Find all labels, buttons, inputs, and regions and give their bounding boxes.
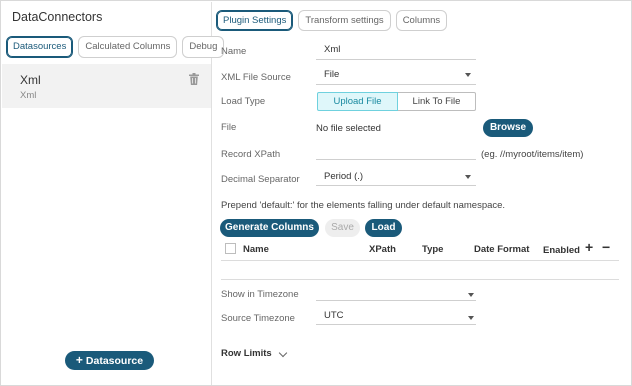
- chevron-down-icon[interactable]: [465, 73, 471, 77]
- file-status: No file selected: [316, 123, 381, 134]
- data-connectors-window: DataConnectors Datasources Calculated Co…: [0, 0, 632, 386]
- tab-calculated-columns[interactable]: Calculated Columns: [78, 36, 178, 58]
- browse-button[interactable]: Browse: [483, 119, 533, 137]
- show-in-timezone-underline: [316, 300, 476, 301]
- file-label: File: [221, 122, 237, 133]
- settings-panel: Plugin Settings Transform settings Colum…: [213, 2, 631, 385]
- table-header-divider: [221, 260, 619, 261]
- panel-title: DataConnectors: [12, 10, 103, 24]
- column-header-date-format: Date Format: [474, 244, 530, 255]
- datasources-panel: DataConnectors Datasources Calculated Co…: [2, 2, 225, 385]
- decimal-separator-select[interactable]: Period (.): [324, 171, 363, 182]
- tab-plugin-settings[interactable]: Plugin Settings: [216, 10, 294, 31]
- plus-icon: +: [75, 353, 83, 367]
- record-xpath-input[interactable]: [324, 146, 474, 158]
- record-xpath-underline: [316, 159, 476, 160]
- xml-file-source-underline: [316, 84, 476, 85]
- source-timezone-underline: [316, 324, 476, 325]
- record-xpath-label: Record XPath: [221, 149, 281, 160]
- trash-icon[interactable]: [189, 73, 199, 85]
- datasource-name: Xml: [20, 73, 41, 87]
- record-xpath-hint: (eg. //myroot/items/item): [481, 149, 584, 160]
- table-bottom-divider: [221, 279, 619, 280]
- datasource-type: Xml: [20, 90, 37, 101]
- chevron-down-icon[interactable]: [468, 293, 474, 297]
- load-button[interactable]: Load: [365, 219, 402, 237]
- link-to-file-option[interactable]: Link To File: [398, 92, 476, 111]
- upload-file-option[interactable]: Upload File: [317, 92, 398, 111]
- xml-file-source-select[interactable]: File: [324, 69, 339, 80]
- column-header-enabled: Enabled: [543, 245, 580, 256]
- namespace-note: Prepend 'default:' for the elements fall…: [221, 200, 506, 211]
- column-header-type: Type: [422, 244, 444, 255]
- tab-columns[interactable]: Columns: [395, 10, 448, 31]
- name-label: Name: [221, 46, 247, 57]
- add-datasource-label: Datasource: [85, 355, 144, 367]
- column-header-xpath: XPath: [369, 244, 396, 255]
- generate-columns-button[interactable]: Generate Columns: [220, 219, 319, 237]
- tab-transform-settings[interactable]: Transform settings: [298, 10, 391, 31]
- left-tab-bar: Datasources Calculated Columns Debug: [6, 36, 225, 58]
- chevron-down-icon[interactable]: [278, 348, 288, 358]
- settings-tab-bar: Plugin Settings Transform settings Colum…: [216, 10, 448, 31]
- add-column-icon[interactable]: +: [585, 239, 593, 255]
- save-button[interactable]: Save: [325, 219, 360, 237]
- chevron-down-icon[interactable]: [465, 175, 471, 179]
- column-header-name: Name: [243, 244, 269, 255]
- show-in-timezone-label: Show in Timezone: [221, 289, 299, 300]
- row-limits-section[interactable]: Row Limits: [221, 348, 272, 359]
- decimal-separator-label: Decimal Separator: [221, 174, 300, 185]
- chevron-down-icon[interactable]: [468, 316, 474, 320]
- remove-column-icon[interactable]: −: [602, 239, 610, 255]
- xml-file-source-label: XML File Source: [221, 72, 291, 83]
- datasource-list-item[interactable]: Xml Xml: [2, 64, 211, 108]
- name-field-underline: [316, 59, 476, 60]
- load-type-toggle: Upload File Link To File: [317, 92, 476, 111]
- name-field[interactable]: Xml: [324, 44, 340, 55]
- select-all-checkbox[interactable]: [225, 243, 236, 254]
- source-timezone-label: Source Timezone: [221, 313, 295, 324]
- add-datasource-button[interactable]: + Datasource: [65, 351, 154, 370]
- source-timezone-select[interactable]: UTC: [324, 310, 344, 321]
- tab-datasources[interactable]: Datasources: [6, 36, 74, 58]
- decimal-separator-underline: [316, 185, 476, 186]
- load-type-label: Load Type: [221, 96, 266, 107]
- show-in-timezone-select[interactable]: [324, 287, 464, 299]
